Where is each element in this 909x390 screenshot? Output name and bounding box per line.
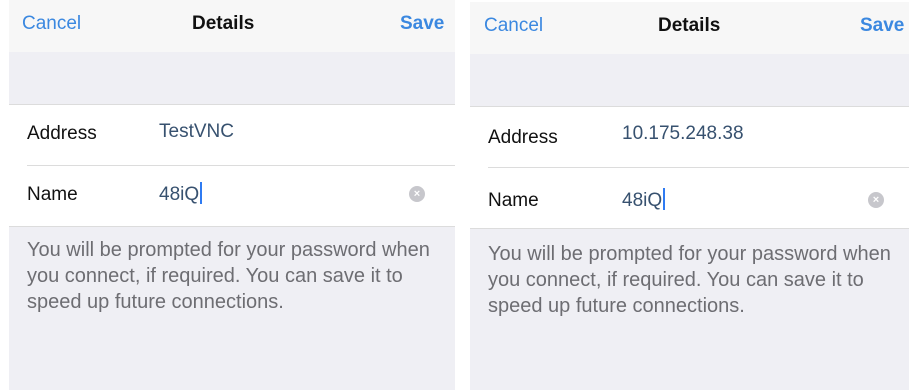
- name-label: Name: [27, 184, 78, 205]
- address-row[interactable]: Address 10.175.248.38: [470, 107, 909, 168]
- footer-hint-text: You will be prompted for your password w…: [27, 239, 430, 313]
- form-section: Address 10.175.248.38 Name 48iQ ×: [470, 106, 909, 228]
- footer-section: You will be prompted for your password w…: [470, 228, 909, 390]
- form-section: Address TestVNC Name 48iQ ×: [9, 104, 455, 226]
- section-spacer: [9, 52, 455, 104]
- name-row[interactable]: Name 48iQ ×: [9, 166, 455, 226]
- address-field[interactable]: TestVNC: [159, 121, 234, 143]
- address-row[interactable]: Address TestVNC: [9, 105, 455, 166]
- address-label: Address: [488, 127, 558, 148]
- text-cursor: [663, 188, 666, 210]
- name-field[interactable]: 48iQ: [622, 188, 666, 212]
- nav-bar: Cancel Details Save: [9, 0, 455, 52]
- page-title: Details: [658, 15, 721, 36]
- page-title: Details: [192, 13, 255, 34]
- name-field[interactable]: 48iQ: [159, 182, 203, 206]
- clear-icon[interactable]: ×: [868, 192, 884, 208]
- name-label: Name: [488, 190, 539, 211]
- name-value: 48iQ: [622, 190, 663, 211]
- cancel-button[interactable]: Cancel: [484, 15, 543, 37]
- name-row[interactable]: Name 48iQ ×: [470, 168, 909, 228]
- save-button[interactable]: Save: [860, 15, 904, 37]
- footer-section: You will be prompted for your password w…: [9, 226, 455, 390]
- section-spacer: [470, 54, 909, 106]
- address-field[interactable]: 10.175.248.38: [622, 123, 744, 145]
- details-screen-right: Cancel Details Save Address 10.175.248.3…: [470, 2, 909, 390]
- clear-icon[interactable]: ×: [409, 186, 425, 202]
- nav-bar: Cancel Details Save: [470, 2, 909, 54]
- address-label: Address: [27, 123, 97, 144]
- cancel-button[interactable]: Cancel: [22, 13, 81, 35]
- footer-hint-text: You will be prompted for your password w…: [488, 243, 891, 317]
- save-button[interactable]: Save: [400, 13, 444, 35]
- text-cursor: [200, 182, 203, 204]
- name-value: 48iQ: [159, 184, 200, 205]
- details-screen-left: Cancel Details Save Address TestVNC Name…: [9, 0, 455, 390]
